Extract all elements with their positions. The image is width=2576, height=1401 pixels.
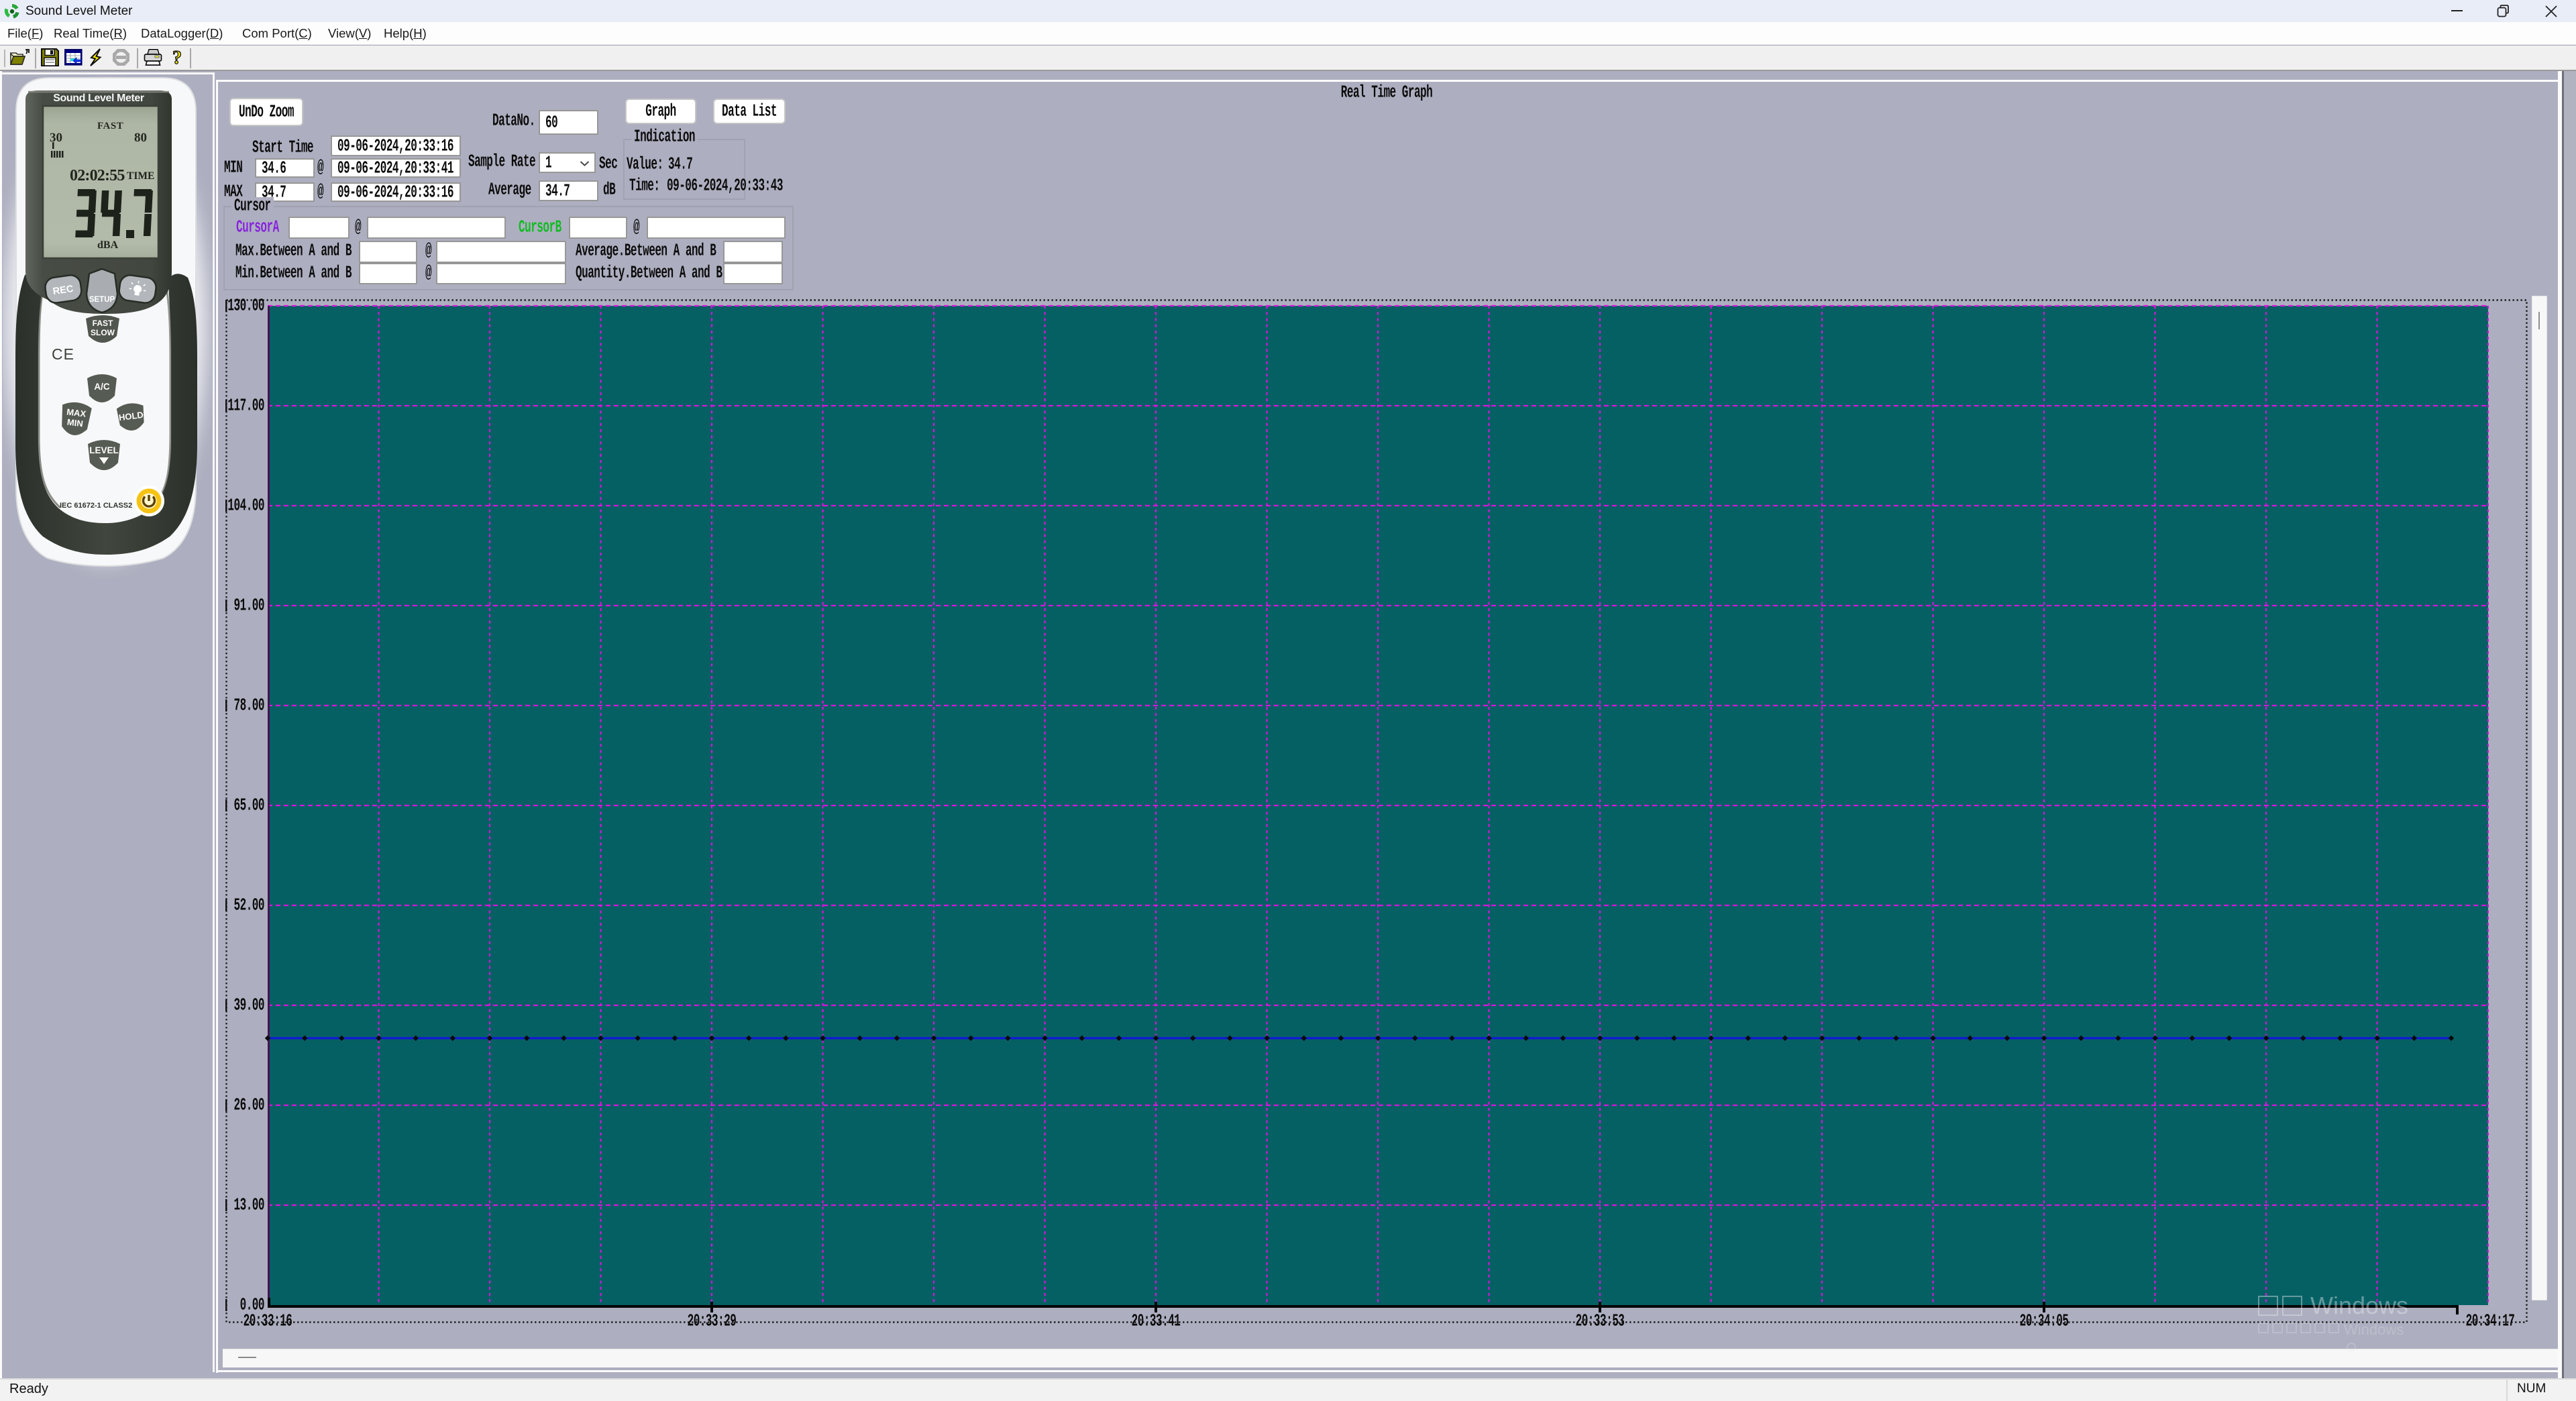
svg-text:CE: CE (52, 345, 74, 363)
svg-text:IEC 61672-1 CLASS2: IEC 61672-1 CLASS2 (60, 502, 132, 510)
svg-text:30: 30 (50, 131, 62, 145)
svg-text:MIN: MIN (66, 417, 83, 429)
svg-text:LEVEL: LEVEL (89, 445, 119, 455)
svg-text:80: 80 (134, 131, 147, 145)
svg-text:dBA: dBA (97, 239, 119, 251)
svg-text:FAST: FAST (97, 121, 123, 131)
svg-text:?: ? (172, 48, 182, 67)
svg-text:FAST: FAST (93, 319, 113, 328)
svg-text:TIME: TIME (127, 170, 154, 182)
svg-text:SLOW: SLOW (91, 328, 115, 337)
svg-text:A/C: A/C (94, 382, 110, 392)
svg-text:02:02:55: 02:02:55 (70, 167, 125, 184)
svg-text:Sound Level Meter: Sound Level Meter (53, 93, 144, 104)
svg-text:SETUP: SETUP (89, 296, 115, 304)
